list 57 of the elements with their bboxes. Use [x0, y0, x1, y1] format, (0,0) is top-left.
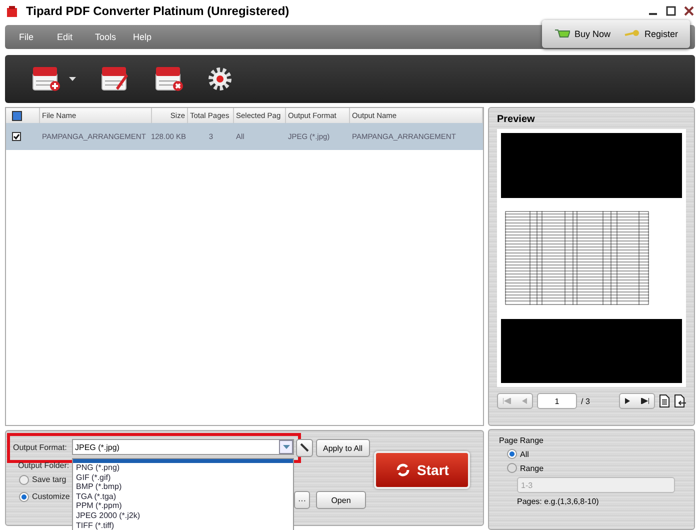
range-hint: Pages: e.g.(1,3,6,8-10) — [517, 497, 600, 506]
page-total: / 3 — [581, 396, 590, 406]
maximize-icon[interactable] — [666, 6, 676, 16]
row-selection-highlight[interactable] — [6, 123, 40, 150]
document-icon[interactable] — [659, 394, 670, 408]
dropdown-option[interactable]: GIF (*.gif) — [73, 472, 293, 482]
menu-item[interactable]: Help — [133, 32, 171, 42]
radio-button[interactable] — [19, 475, 29, 485]
refresh-icon — [395, 462, 412, 478]
dropdown-option[interactable]: JPEG 2000 (*.j2k) — [73, 510, 293, 521]
radio-label: Customize — [32, 492, 70, 501]
edit-pdf-button[interactable] — [100, 66, 130, 92]
next-last-buttons[interactable] — [619, 393, 655, 409]
radio-option[interactable]: All — [507, 449, 684, 459]
page-range-title: Page Range — [499, 436, 544, 445]
cart-icon — [554, 28, 570, 40]
close-icon[interactable] — [684, 6, 694, 16]
dropdown-option[interactable]: TIFF (*.tiff) — [73, 520, 293, 530]
start-button[interactable]: Start — [374, 451, 470, 489]
menu-item[interactable]: File — [19, 32, 57, 42]
output-format-select[interactable]: JPEG (*.jpg) — [72, 439, 294, 455]
next-page-icon — [625, 398, 631, 404]
radio-button[interactable] — [19, 492, 29, 502]
dropdown-option[interactable]: PNG (*.png) — [73, 463, 293, 473]
menu-item[interactable]: Edit — [57, 32, 95, 42]
document-export-icon[interactable] — [674, 394, 686, 408]
buy-now-button[interactable]: Buy Now — [554, 28, 610, 40]
add-pdf-button[interactable] — [31, 66, 61, 92]
row-checkbox[interactable] — [12, 132, 21, 141]
dropdown-option[interactable]: BMP (*.bmp) — [73, 482, 293, 492]
dropdown-caret-icon — [282, 445, 290, 449]
register-button[interactable]: Register — [624, 28, 678, 40]
settings-button[interactable] — [296, 439, 313, 457]
select-all-checkbox[interactable] — [12, 110, 22, 120]
dropdown-option[interactable]: TGA (*.tga) — [73, 492, 293, 502]
open-button[interactable]: Open — [316, 491, 366, 509]
preview-title: Preview — [497, 113, 536, 127]
pdf-remove-icon — [154, 66, 184, 92]
page-number-field[interactable]: 1 — [537, 393, 577, 409]
pdf-edit-icon — [100, 66, 130, 92]
radio-option[interactable]: Range — [507, 463, 684, 473]
radio-label: Save targ — [32, 475, 66, 484]
dropdown-option[interactable]: PPM (*.ppm) — [73, 501, 293, 511]
first-page-icon — [503, 398, 511, 404]
output-folder-label: Output Folder: — [18, 461, 70, 470]
apply-to-all-button[interactable]: Apply to All — [316, 439, 370, 457]
browse-button[interactable]: ··· — [294, 491, 310, 509]
dropdown-caret-icon[interactable] — [69, 77, 76, 81]
settings-icon — [208, 67, 232, 91]
last-page-icon — [641, 398, 649, 404]
app-logo-icon — [6, 5, 18, 17]
menu-item[interactable]: Tools — [95, 32, 133, 42]
previous-page-icon — [521, 398, 527, 404]
window-title: Tipard PDF Converter Platinum (Unregistered) — [26, 4, 290, 18]
pdf-add-icon — [31, 66, 61, 92]
remove-pdf-button[interactable] — [154, 66, 184, 92]
output-format-label: Output Format: — [13, 443, 67, 452]
